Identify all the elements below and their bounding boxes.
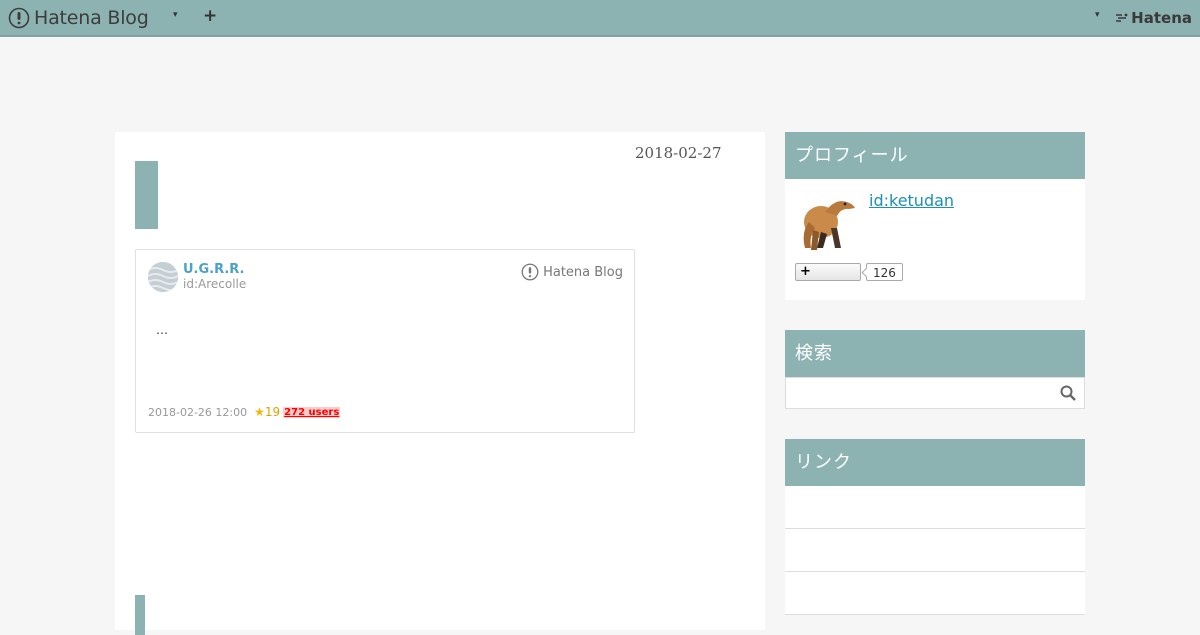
embed-timestamp: 2018-02-26 12:00 [148, 405, 248, 419]
star-icon[interactable]: ★ [254, 405, 265, 419]
next-entry-title-bar [135, 595, 145, 635]
embed-author-id[interactable]: id:Arecolle [183, 277, 246, 291]
profile-module-title: プロフィール [785, 132, 1085, 179]
hatena-blog-icon [8, 7, 30, 29]
profile-id-link[interactable]: id:ketudan [869, 191, 954, 210]
embed-service-label: Hatena Blog [543, 264, 623, 280]
blog-card-embed[interactable]: U.G.R.R. id:Arecolle Hatena Blog … 2018-… [135, 249, 635, 433]
entry-date[interactable]: 2018-02-27 [635, 144, 721, 162]
avatar-pattern-icon [148, 262, 178, 292]
follower-count[interactable]: 126 [866, 263, 903, 281]
follow-button[interactable]: + [795, 263, 861, 281]
user-menu-chevron-icon[interactable]: ▾ [1095, 10, 1100, 20]
add-entry-button[interactable]: + [203, 8, 217, 25]
list-item[interactable] [785, 572, 1085, 615]
hatena-label: Hatena [1131, 9, 1192, 27]
chevron-down-icon[interactable]: ▾ [173, 10, 178, 20]
embed-service-logo[interactable]: Hatena Blog [521, 263, 623, 281]
hatena-bird-icon [1116, 13, 1128, 22]
list-item[interactable] [785, 486, 1085, 529]
sidebar-search-module: 検索 [785, 330, 1085, 409]
links-module-title: リンク [785, 439, 1085, 486]
profile-avatar[interactable] [795, 192, 859, 254]
global-header: Hatena Blog ▾ + ▾ Hatena [0, 0, 1200, 37]
hatena-blog-icon [521, 263, 539, 281]
entry-title-bar [135, 161, 158, 229]
hatena-logo[interactable]: Hatena [1115, 9, 1192, 27]
search-icon[interactable] [1060, 385, 1076, 401]
hatena-blog-logo[interactable]: Hatena Blog [8, 6, 149, 30]
embed-footer: 2018-02-26 12:00 ★ 19 272 users [148, 405, 341, 419]
avatar[interactable] [148, 262, 178, 292]
profile-body: id:ketudan + 126 [785, 179, 1085, 300]
sidebar-profile-module: プロフィール id:ketudan + 126 [785, 132, 1085, 300]
entry-article: 2018-02-27 U.G.R.R. id:Arecolle Hatena B… [115, 132, 765, 635]
bookmark-users-badge[interactable]: 272 users [283, 406, 341, 418]
list-item[interactable] [785, 529, 1085, 572]
brand-label: Hatena Blog [34, 7, 149, 29]
search-form [785, 377, 1085, 409]
search-input[interactable] [792, 379, 1056, 409]
star-count[interactable]: 19 [265, 405, 280, 419]
embed-author-name[interactable]: U.G.R.R. [183, 262, 244, 277]
sidebar-links-module: リンク [785, 439, 1085, 615]
search-module-title: 検索 [785, 330, 1085, 377]
embed-excerpt: … [156, 323, 168, 337]
